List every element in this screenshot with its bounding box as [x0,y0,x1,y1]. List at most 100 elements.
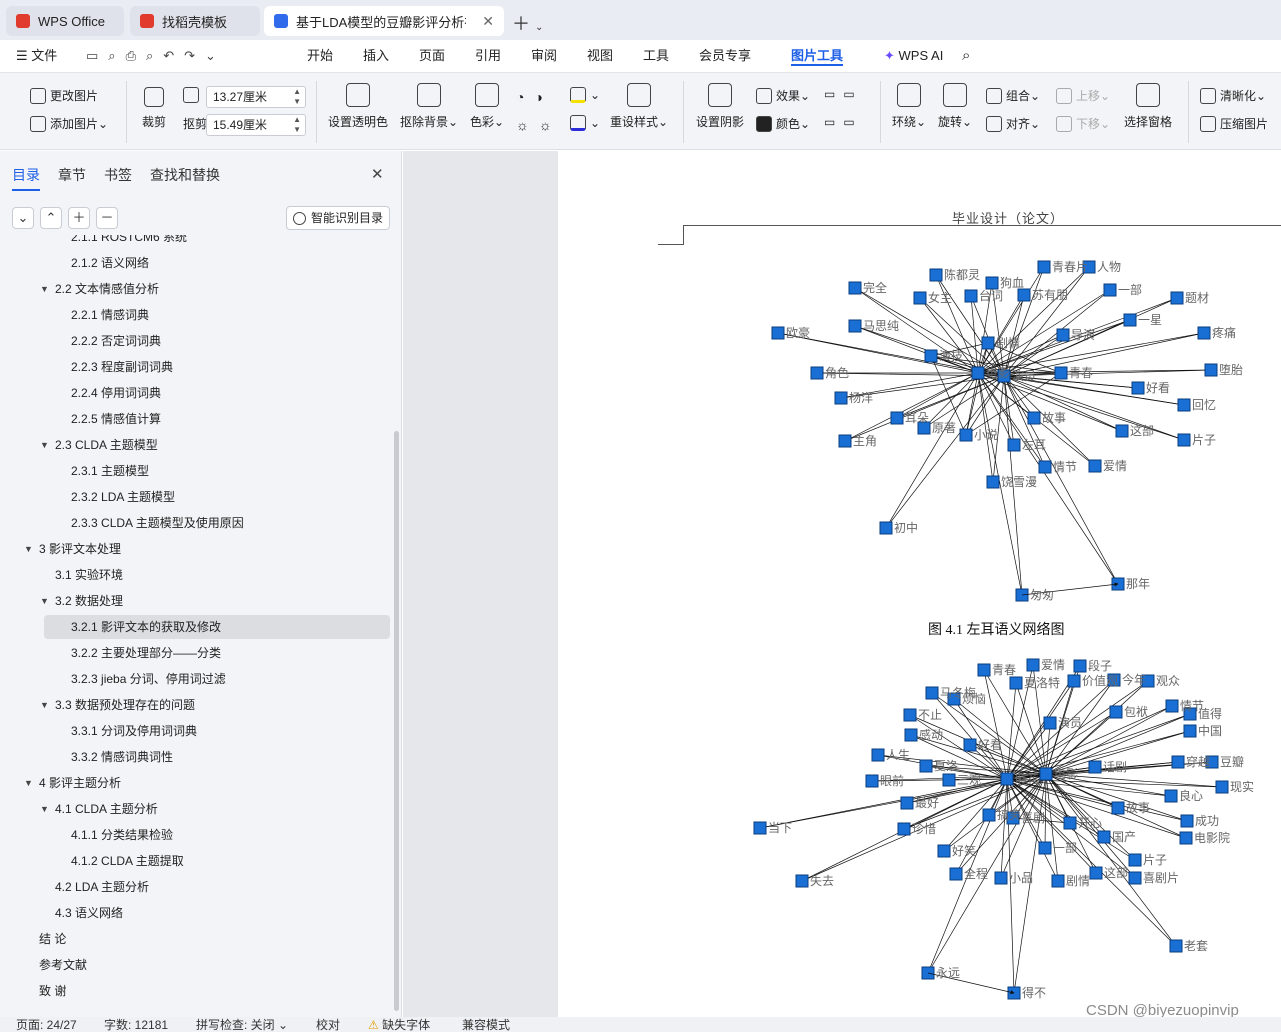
expand-arrow-icon[interactable]: ▼ [40,797,49,821]
network-node[interactable] [904,728,918,742]
network-node[interactable] [1027,411,1041,425]
network-node[interactable] [1171,755,1185,769]
chevron-down-icon[interactable]: ⌄ [535,22,543,33]
border-color-button[interactable]: ⌄ [570,115,600,131]
menu-page[interactable]: 页面 [419,46,445,66]
menu-tools[interactable]: 工具 [643,46,669,66]
color-button[interactable]: 颜色 ⌄ [756,115,810,132]
network-node[interactable] [1115,424,1129,438]
network-node[interactable] [1204,363,1218,377]
network-node[interactable] [900,796,914,810]
toc-item[interactable]: 4.3 语义网络 [0,901,390,925]
toc-item[interactable]: 2.1.2 语义网络 [0,251,390,275]
group-button[interactable]: 组合 ⌄ [986,87,1040,104]
network-node[interactable] [1131,381,1145,395]
network-node[interactable] [1111,801,1125,815]
network-node[interactable] [1089,866,1103,880]
toc-item[interactable]: ▼ 4 影评主题分析 [0,771,390,795]
network-node[interactable] [1183,724,1197,738]
expand-arrow-icon[interactable]: ▼ [24,537,33,561]
network-node[interactable] [959,428,973,442]
expand-arrow-icon[interactable]: ▼ [40,589,49,613]
collapse-up-button[interactable]: ⌃ [40,207,62,229]
set-shadow-button[interactable]: 设置阴影 [696,83,744,130]
remove-heading-button[interactable]: － [96,207,118,229]
toc-item[interactable]: ▼ 3.2 数据处理 [0,589,390,613]
add-heading-button[interactable]: ＋ [68,207,90,229]
tab-wps-office[interactable]: WPS Office [6,6,124,36]
smart-toc-button[interactable]: 智能识别目录 [286,206,390,230]
network-node[interactable] [1088,760,1102,774]
change-image-button[interactable]: 更改图片 [30,87,98,104]
tab-toc[interactable]: 目录 [12,165,40,191]
add-image-button[interactable]: 添加图片 ⌄ [30,115,108,132]
toc-item[interactable]: 3.1 实验环境 [0,563,390,587]
network-node[interactable] [1177,433,1191,447]
spinner-icon[interactable]: ▲ ▼ [293,115,301,135]
highlight-color-button[interactable]: ⌄ [570,87,600,103]
toc-item[interactable]: 2.2.3 程度副词词典 [0,355,390,379]
network-node[interactable] [1000,772,1014,786]
network-node[interactable] [1039,767,1053,781]
toc-item[interactable]: 参考文献 [0,953,390,977]
network-node[interactable] [1067,674,1081,688]
network-node[interactable] [838,434,852,448]
word-count[interactable]: 字数: 12181 [104,1018,168,1032]
spinner-icon[interactable]: ▲ ▼ [293,87,301,107]
network-node[interactable] [1073,659,1087,673]
search-icon[interactable]: ⌕ [962,46,970,66]
tab-chapter[interactable]: 章节 [58,165,86,185]
height-input[interactable]: 15.49厘米 ▲ ▼ [206,114,306,136]
menu-view[interactable]: 视图 [587,46,613,66]
toc-item[interactable]: 2.3.2 LDA 主题模型 [0,485,390,509]
network-node[interactable] [981,336,995,350]
toc-item[interactable]: 2.1.1 ROSTCM6 系统 [0,235,390,249]
toc-item[interactable]: 4.1.1 分类结果检验 [0,823,390,847]
expand-down-button[interactable]: ⌄ [12,207,34,229]
close-tab-icon[interactable]: ✕ [482,13,494,30]
network-node[interactable] [1170,291,1184,305]
tab-find-replace[interactable]: 查找和替换 [150,165,220,185]
menu-insert[interactable]: 插入 [363,46,389,66]
rotate-button[interactable]: 旋转⌄ [938,83,972,130]
toc-scrollbar[interactable] [394,431,399,1011]
toc-item[interactable]: 2.3.1 主题模型 [0,459,390,483]
network-node[interactable] [942,773,956,787]
toc-item[interactable]: 3.2.2 主要处理部分——分类 [0,641,390,665]
align-button[interactable]: 对齐 ⌄ [986,115,1040,132]
toc-item[interactable]: 2.2.5 情感值计算 [0,407,390,431]
network-node[interactable] [1038,460,1052,474]
new-tab-button[interactable]: ＋ ⌄ [512,10,543,36]
spell-check[interactable]: 拼写检查: 关闭 ⌄ [196,1018,288,1032]
toc-item[interactable]: ▼ 2.2 文本情感值分析 [0,277,390,301]
move-up-button[interactable]: 上移 ⌄ [1056,87,1110,104]
network-node[interactable] [964,289,978,303]
network-node[interactable] [1165,699,1179,713]
network-node[interactable] [795,874,809,888]
cut-button[interactable]: 抠剪 [183,115,207,132]
network-node[interactable] [994,871,1008,885]
network-node[interactable] [1128,853,1142,867]
page-indicator[interactable]: 页面: 24/27 [16,1018,77,1032]
proofread-button[interactable]: 校对 [316,1018,340,1032]
select-pane-button[interactable]: 选择窗格 [1124,83,1172,130]
close-icon[interactable]: ✕ [371,165,384,183]
network-node[interactable] [982,808,996,822]
network-node[interactable] [1103,283,1117,297]
network-node[interactable] [1017,288,1031,302]
network-node[interactable] [929,268,943,282]
network-node[interactable] [1007,438,1021,452]
network-node[interactable] [949,867,963,881]
expand-arrow-icon[interactable]: ▼ [40,433,49,457]
network-node[interactable] [1063,816,1077,830]
network-node[interactable] [1051,874,1065,888]
width-input[interactable]: 13.27厘米 ▲ ▼ [206,86,306,108]
network-node[interactable] [1215,780,1229,794]
brightness-contrast-buttons[interactable]: ◔◑ [516,89,553,105]
menu-review[interactable]: 审阅 [531,46,557,66]
network-node[interactable] [1038,841,1052,855]
network-node[interactable] [1179,831,1193,845]
reset-style-button[interactable]: 重设样式⌄ [610,83,668,130]
network-node[interactable] [1128,871,1142,885]
network-node[interactable] [913,291,927,305]
